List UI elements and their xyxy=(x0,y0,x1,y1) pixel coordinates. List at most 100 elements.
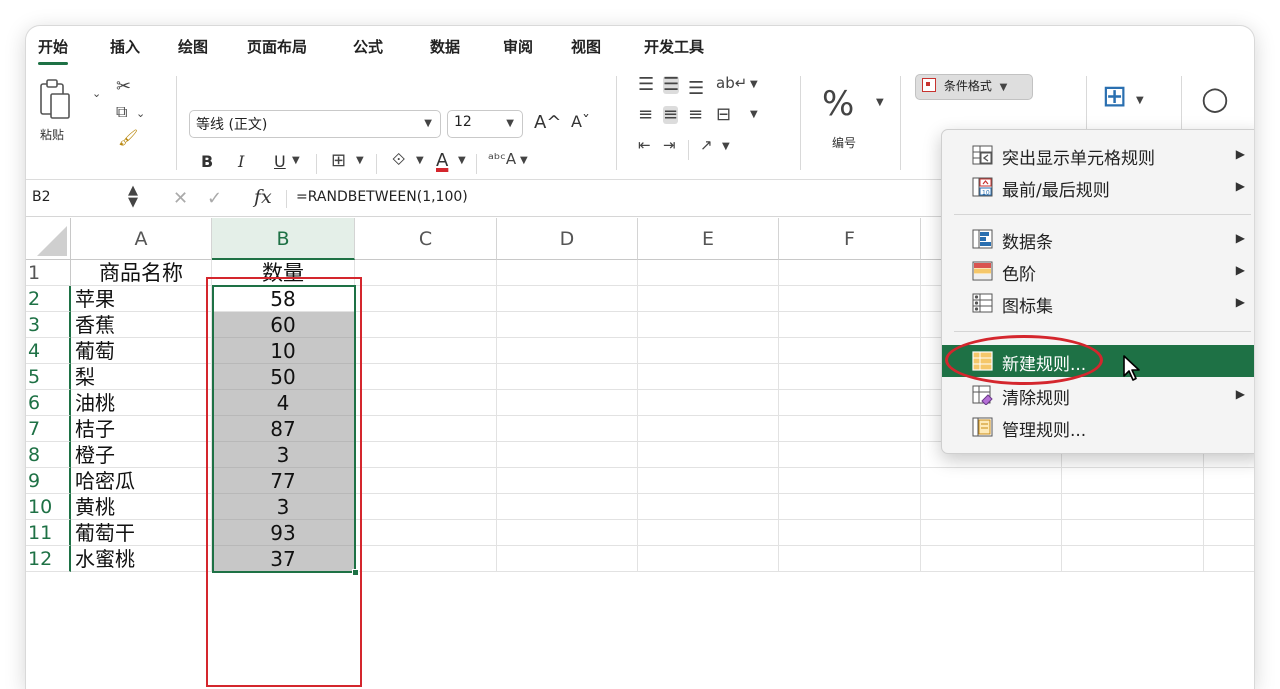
formula-input[interactable]: =RANDBETWEEN(1,100) xyxy=(296,189,468,205)
tab-developer[interactable]: 开发工具 xyxy=(644,36,704,57)
empty-cell[interactable] xyxy=(638,494,779,520)
empty-cell[interactable] xyxy=(779,390,921,416)
bold-button[interactable]: B xyxy=(201,152,213,171)
row-header[interactable]: 4 xyxy=(26,338,71,364)
cell-a9[interactable]: 哈密瓜 xyxy=(71,468,212,494)
empty-cell[interactable] xyxy=(497,390,638,416)
tab-home[interactable]: 开始 xyxy=(38,36,69,65)
copy-dropdown-icon[interactable]: ⌄ xyxy=(136,108,145,119)
empty-cell[interactable] xyxy=(779,338,921,364)
tab-data[interactable]: 数据 xyxy=(430,36,460,57)
text-effects-dropdown-icon[interactable]: ▼ xyxy=(520,156,528,166)
empty-cell[interactable] xyxy=(355,364,497,390)
empty-cell[interactable] xyxy=(355,312,497,338)
row-header[interactable]: 9 xyxy=(26,468,71,494)
tab-insert[interactable]: 插入 xyxy=(110,36,140,57)
row-header[interactable]: 6 xyxy=(26,390,71,416)
name-box-stepper-icon[interactable]: ▲ ▼ xyxy=(128,184,138,209)
empty-cell[interactable] xyxy=(638,286,779,312)
empty-cell[interactable] xyxy=(1204,546,1254,572)
orientation-dropdown-icon[interactable]: ▼ xyxy=(722,142,730,152)
font-size-select[interactable]: 12 ▼ xyxy=(447,110,523,138)
empty-cell[interactable] xyxy=(638,468,779,494)
menu-item-highlight-cells-rules[interactable]: 突出显示单元格规则 ▶ xyxy=(942,139,1254,171)
empty-cell[interactable] xyxy=(355,260,497,286)
cell-b9[interactable]: 77 xyxy=(212,468,355,494)
tab-page-layout[interactable]: 页面布局 xyxy=(247,36,307,57)
empty-cell[interactable] xyxy=(921,546,1062,572)
align-top-icon[interactable]: ☰ xyxy=(638,76,654,94)
cells-dropdown-icon[interactable]: ▼ xyxy=(1136,96,1144,106)
empty-cell[interactable] xyxy=(497,442,638,468)
align-center-icon[interactable]: ≡ xyxy=(663,106,679,124)
empty-cell[interactable] xyxy=(497,338,638,364)
empty-cell[interactable] xyxy=(497,546,638,572)
name-box[interactable]: B2 xyxy=(32,189,51,205)
cell-b12[interactable]: 37 xyxy=(212,546,355,572)
cell-b2[interactable]: 58 xyxy=(212,286,355,312)
menu-item-top-bottom-rules[interactable]: 10 最前/最后规则 ▶ xyxy=(942,171,1254,203)
tab-view[interactable]: 视图 xyxy=(571,36,601,57)
wrap-dropdown-icon[interactable]: ▼ xyxy=(750,80,758,90)
cell-a5[interactable]: 梨 xyxy=(71,364,212,390)
tab-formulas[interactable]: 公式 xyxy=(353,36,383,57)
row-header[interactable]: 3 xyxy=(26,312,71,338)
conditional-formatting-button[interactable]: 条件格式 ▼ xyxy=(915,74,1033,100)
fill-color-icon[interactable]: ⟐ xyxy=(392,152,405,169)
fill-handle[interactable] xyxy=(352,569,359,576)
paste-button[interactable]: 粘贴 xyxy=(36,78,76,148)
borders-dropdown-icon[interactable]: ▼ xyxy=(356,156,364,166)
row-header[interactable]: 8 xyxy=(26,442,71,468)
empty-cell[interactable] xyxy=(1204,468,1254,494)
empty-cell[interactable] xyxy=(497,364,638,390)
empty-cell[interactable] xyxy=(355,494,497,520)
wrap-text-icon[interactable]: ab↵ xyxy=(716,76,747,91)
empty-cell[interactable] xyxy=(921,468,1062,494)
increase-indent-icon[interactable]: ⇥ xyxy=(663,138,676,153)
row-header[interactable]: 1 xyxy=(26,260,71,286)
empty-cell[interactable] xyxy=(638,520,779,546)
cell-a6[interactable]: 油桃 xyxy=(71,390,212,416)
text-effects-icon[interactable]: ᵃᵇᶜA xyxy=(488,152,516,167)
empty-cell[interactable] xyxy=(638,416,779,442)
empty-cell[interactable] xyxy=(497,416,638,442)
number-dropdown-icon[interactable]: ▼ xyxy=(876,98,884,108)
column-header-a[interactable]: A xyxy=(71,218,212,260)
align-left-icon[interactable]: ≡ xyxy=(638,106,653,124)
paste-dropdown-icon[interactable]: ⌄ xyxy=(92,88,101,99)
column-header-f[interactable]: F xyxy=(779,218,921,260)
align-middle-icon[interactable]: ☰ xyxy=(663,76,680,94)
empty-cell[interactable] xyxy=(355,546,497,572)
cell-a12[interactable]: 水蜜桃 xyxy=(71,546,212,572)
empty-cell[interactable] xyxy=(921,520,1062,546)
empty-cell[interactable] xyxy=(638,338,779,364)
empty-cell[interactable] xyxy=(1204,520,1254,546)
empty-cell[interactable] xyxy=(779,260,921,286)
empty-cell[interactable] xyxy=(779,494,921,520)
empty-cell[interactable] xyxy=(921,494,1062,520)
column-header-b[interactable]: B xyxy=(212,218,355,260)
row-header[interactable]: 10 xyxy=(26,494,71,520)
font-name-select[interactable]: 等线 (正文) ▼ xyxy=(189,110,441,138)
row-header[interactable]: 11 xyxy=(26,520,71,546)
column-header-c[interactable]: C xyxy=(355,218,497,260)
align-right-icon[interactable]: ≡ xyxy=(688,106,703,124)
cell-b3[interactable]: 60 xyxy=(212,312,355,338)
underline-button[interactable]: U xyxy=(274,152,286,171)
empty-cell[interactable] xyxy=(779,416,921,442)
menu-item-icon-sets[interactable]: 图标集 ▶ xyxy=(942,287,1254,319)
empty-cell[interactable] xyxy=(497,260,638,286)
empty-cell[interactable] xyxy=(497,468,638,494)
empty-cell[interactable] xyxy=(497,286,638,312)
cell-b8[interactable]: 3 xyxy=(212,442,355,468)
row-header[interactable]: 2 xyxy=(26,286,71,312)
empty-cell[interactable] xyxy=(779,286,921,312)
function-icon[interactable]: fx xyxy=(254,186,272,208)
row-header[interactable]: 7 xyxy=(26,416,71,442)
empty-cell[interactable] xyxy=(355,520,497,546)
empty-cell[interactable] xyxy=(638,390,779,416)
cancel-icon[interactable]: ✕ xyxy=(173,190,188,208)
merge-cells-icon[interactable]: ⊟ xyxy=(716,106,731,124)
cell-b11[interactable]: 93 xyxy=(212,520,355,546)
cell-b1[interactable]: 数量 xyxy=(212,260,355,286)
